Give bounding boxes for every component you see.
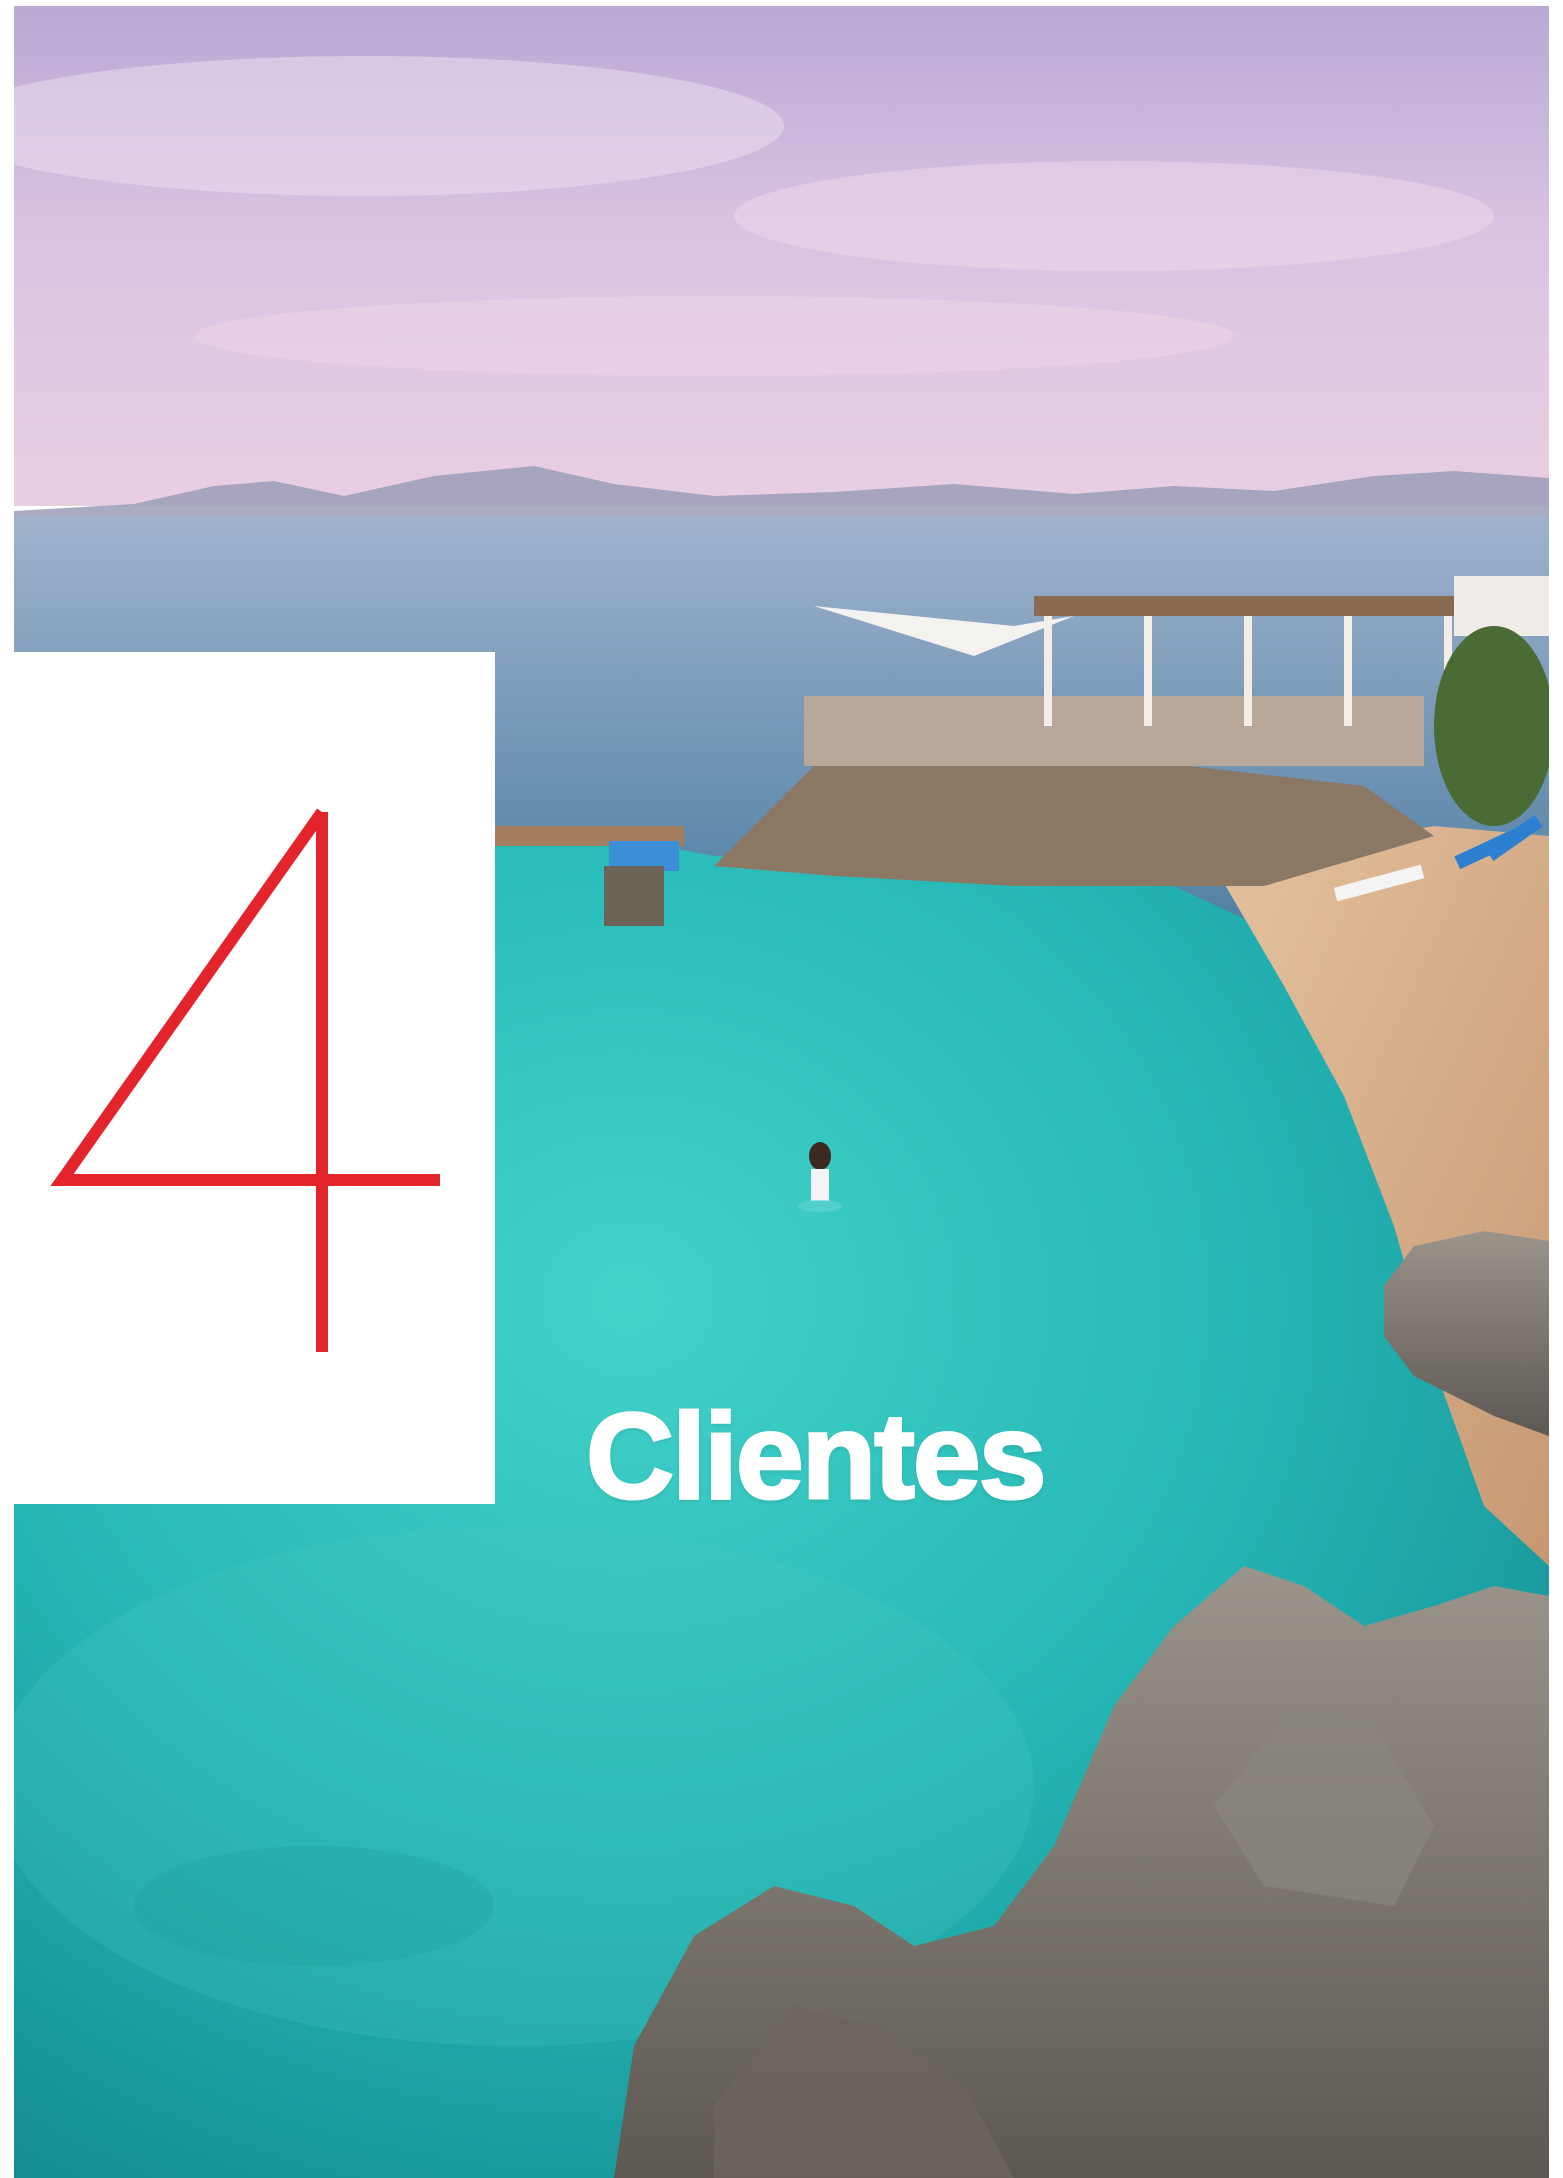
chapter-number: 4 (40, 782, 41, 783)
section-title: Clientes (585, 1388, 1049, 1524)
chapter-cover-page: 4 Clientes (0, 0, 1563, 2178)
chapter-number-panel: 4 (0, 652, 495, 1504)
chapter-number-outline (50, 808, 440, 1352)
